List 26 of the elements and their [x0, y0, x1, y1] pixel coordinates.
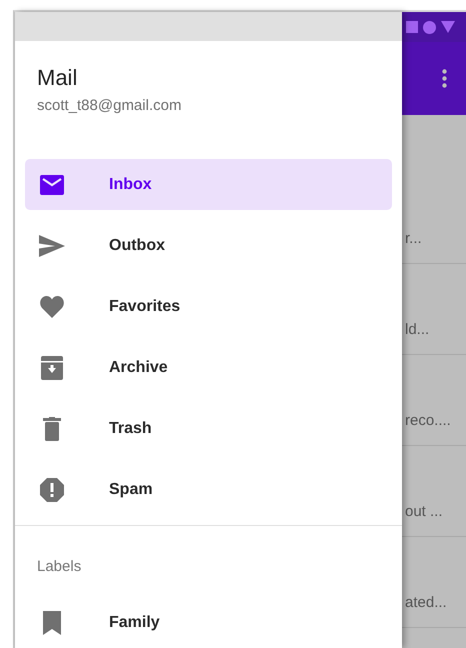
message-preview: r... — [404, 230, 422, 246]
square-icon — [406, 21, 418, 33]
alert-icon — [40, 478, 64, 502]
nav-item[interactable]: Favorites — [25, 281, 392, 332]
more-icon[interactable] — [442, 69, 447, 88]
nav-item[interactable]: Family — [25, 597, 392, 648]
account-email: scott_t88@gmail.com — [37, 96, 182, 114]
message-preview: out ... — [404, 502, 443, 520]
nav-item[interactable]: Inbox — [25, 159, 392, 210]
message-preview: reco.... — [404, 412, 451, 428]
message-preview: ated... — [404, 594, 447, 610]
drawer-title: Mail — [37, 64, 78, 91]
triangle-icon — [441, 21, 455, 33]
nav-item[interactable]: Outbox — [25, 220, 392, 271]
nav-item[interactable]: Trash — [25, 403, 392, 454]
trash-icon — [43, 416, 61, 440]
archive-icon — [41, 356, 63, 380]
nav-item[interactable]: Archive — [25, 342, 392, 393]
heart-icon — [40, 296, 64, 318]
message-preview: ld... — [404, 320, 430, 338]
bookmark-icon — [43, 610, 61, 634]
send-icon — [39, 234, 65, 256]
envelope-icon — [40, 174, 64, 194]
section-label: Labels — [36, 557, 82, 577]
circle-icon — [423, 20, 436, 34]
nav-item[interactable]: Spam — [25, 464, 392, 515]
